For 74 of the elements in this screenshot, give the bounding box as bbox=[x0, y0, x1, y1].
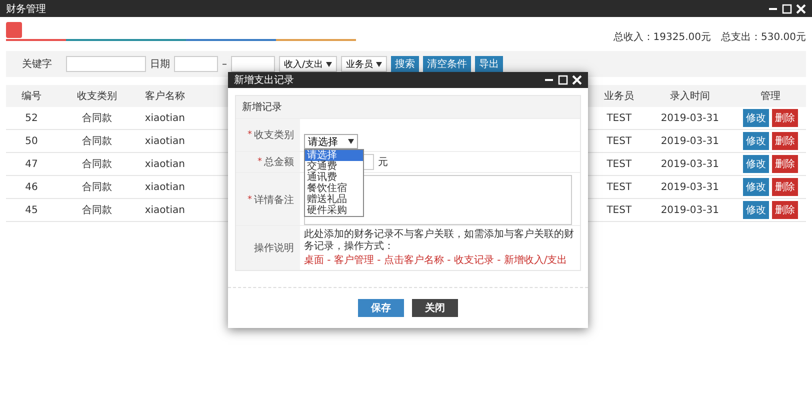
end-date-field[interactable] bbox=[231, 56, 275, 72]
table-cell: 合同款 bbox=[56, 152, 137, 176]
total-income: 总收入：19325.00元 bbox=[613, 30, 711, 44]
window-title: 财务管理 bbox=[6, 2, 47, 16]
close-button[interactable]: 关闭 bbox=[412, 299, 458, 317]
instructions-text: 此处添加的财务记录不与客户关联，如需添加与客户关联的财务记录，操作方式： bbox=[304, 229, 575, 253]
staff-select[interactable]: 业务员 bbox=[341, 56, 388, 72]
table-cell: 46 bbox=[6, 176, 57, 198]
filter-button[interactable]: 清空条件 bbox=[423, 56, 472, 72]
table-cell: 2019-03-31 bbox=[644, 198, 735, 222]
date-separator: – bbox=[222, 58, 227, 70]
delete-button[interactable]: 删除 bbox=[772, 132, 798, 150]
date-label: 日期 bbox=[150, 58, 170, 71]
column-header: 编号 bbox=[6, 85, 57, 107]
close-icon[interactable] bbox=[572, 75, 582, 85]
required-mark: * bbox=[258, 157, 262, 167]
edit-button[interactable]: 修改 bbox=[742, 201, 769, 219]
keyword-field[interactable] bbox=[66, 56, 146, 72]
category-select[interactable]: 请选择 bbox=[304, 134, 358, 149]
table-cell: 52 bbox=[6, 107, 57, 130]
keyword-label: 关键字 bbox=[21, 58, 53, 71]
dropdown-option[interactable]: 餐饮住宿 bbox=[305, 183, 363, 194]
close-icon[interactable] bbox=[796, 4, 806, 14]
unit-label: 元 bbox=[378, 156, 388, 169]
dropdown-option[interactable]: 硬件采购 bbox=[305, 205, 363, 216]
edit-button[interactable]: 修改 bbox=[742, 178, 769, 196]
table-cell: 2019-03-31 bbox=[644, 176, 735, 198]
table-cell: 合同款 bbox=[56, 176, 137, 198]
caret-icon bbox=[376, 62, 382, 66]
table-cell: 2019-03-31 bbox=[644, 152, 735, 176]
table-cell: 45 bbox=[6, 198, 57, 222]
delete-button[interactable]: 删除 bbox=[772, 155, 798, 173]
instructions-path: 桌面 - 客户管理 - 点击客户名称 - 收支记录 - 新增收入/支出 bbox=[304, 255, 568, 267]
tab-marker[interactable] bbox=[6, 22, 22, 38]
edit-button[interactable]: 修改 bbox=[742, 109, 769, 127]
total-expense: 总支出：530.00元 bbox=[721, 30, 806, 44]
delete-button[interactable]: 删除 bbox=[772, 178, 798, 196]
table-cell: TEST bbox=[594, 130, 645, 152]
column-header: 管理 bbox=[734, 85, 806, 107]
table-cell: TEST bbox=[594, 152, 645, 176]
table-cell: 47 bbox=[6, 152, 57, 176]
save-button[interactable]: 保存 bbox=[358, 299, 404, 317]
maximize-icon[interactable] bbox=[558, 75, 568, 85]
table-cell: 合同款 bbox=[56, 130, 137, 152]
field-label: 收支类别 bbox=[254, 128, 294, 142]
table-cell: 合同款 bbox=[56, 198, 137, 222]
edit-button[interactable]: 修改 bbox=[742, 155, 769, 173]
column-header: 收支类别 bbox=[56, 85, 137, 107]
caret-icon bbox=[326, 62, 332, 66]
maximize-icon[interactable] bbox=[782, 4, 792, 14]
edit-button[interactable]: 修改 bbox=[742, 132, 769, 150]
table-cell: TEST bbox=[594, 107, 645, 130]
delete-button[interactable]: 删除 bbox=[772, 201, 798, 219]
field-label: 操作说明 bbox=[254, 242, 294, 255]
type-select[interactable]: 收入/支出 bbox=[279, 56, 338, 72]
delete-button[interactable]: 删除 bbox=[772, 109, 798, 127]
column-header: 业务员 bbox=[594, 85, 645, 107]
table-cell: TEST bbox=[594, 176, 645, 198]
table-cell: 合同款 bbox=[56, 107, 137, 130]
table-cell: 50 bbox=[6, 130, 57, 152]
field-label: 总金额 bbox=[264, 156, 294, 169]
form-heading: 新增记录 bbox=[236, 96, 580, 118]
dropdown-option[interactable]: 请选择 bbox=[305, 150, 363, 161]
caret-icon bbox=[348, 139, 354, 144]
table-cell: TEST bbox=[594, 198, 645, 222]
column-header: 录入时间 bbox=[644, 85, 735, 107]
dialog-title: 新增支出记录 bbox=[234, 74, 295, 87]
dropdown-option[interactable]: 交通费 bbox=[305, 161, 363, 172]
table-cell: 2019-03-31 bbox=[644, 130, 735, 152]
filter-button[interactable]: 搜索 bbox=[391, 56, 420, 72]
filter-button[interactable]: 导出 bbox=[475, 56, 504, 72]
start-date-field[interactable] bbox=[174, 56, 218, 72]
required-mark: * bbox=[248, 130, 252, 140]
table-cell: 2019-03-31 bbox=[644, 107, 735, 130]
